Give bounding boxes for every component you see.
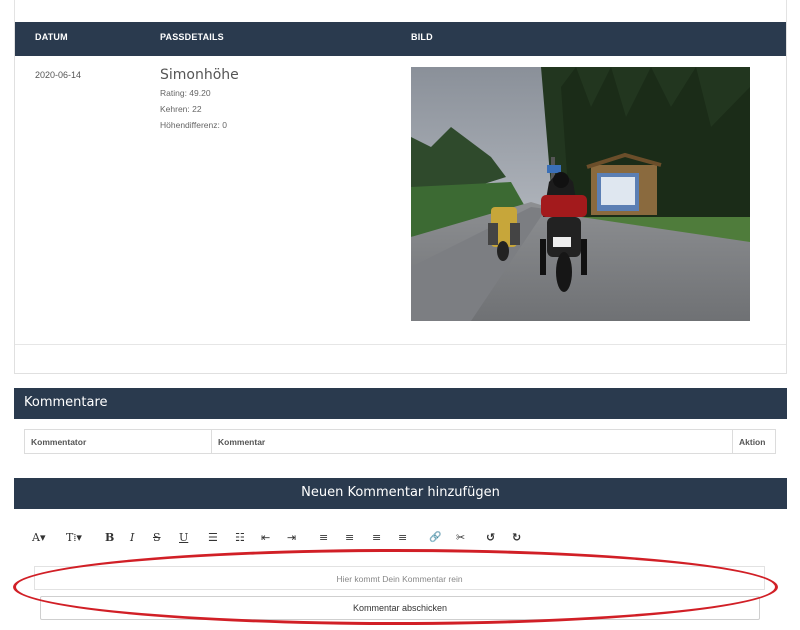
numbered-list-icon[interactable]: ☷ [235,530,245,546]
pass-name: Simonhöhe [160,67,239,83]
align-center-icon[interactable]: ≡ [345,530,354,546]
underline-icon[interactable]: U [179,530,188,546]
header-bild: BILD [411,32,433,42]
font-size-icon[interactable]: A▾ [32,530,45,546]
top-card-edge [14,0,787,22]
row-date: 2020-06-14 [35,70,82,80]
add-comment-title: Neuen Kommentar hinzufügen [301,485,500,500]
align-justify-icon[interactable]: ≡ [398,530,407,546]
comments-table-header: Kommentator Kommentar Aktion [24,429,776,454]
header-datum: DATUM [35,32,68,42]
pass-photo[interactable] [411,67,750,321]
unlink-icon[interactable]: ✂ [456,530,465,546]
photo-motorcycles-image [411,67,750,321]
align-right-icon[interactable]: ≡ [372,530,381,546]
align-left-icon[interactable]: ≡ [319,530,328,546]
comment-editor[interactable]: Hier kommt Dein Kommentar rein [34,566,765,590]
comments-header: Kommentare [14,388,787,419]
header-passdetails: PASSDETAILS [160,32,224,42]
bold-icon[interactable]: B [105,530,114,546]
column-aktion: Aktion [739,437,766,447]
undo-icon[interactable]: ↺ [486,530,495,546]
link-icon[interactable]: 🔗 [429,530,441,546]
strikethrough-icon[interactable]: S [153,530,161,546]
column-kommentator: Kommentator [25,430,212,453]
pass-hoehendifferenz: Höhendifferenz: 0 [160,120,227,130]
italic-icon[interactable]: I [130,530,134,546]
text-style-icon[interactable]: T⁞▾ [66,530,82,546]
pass-rating: Rating: 49.20 [160,88,211,98]
editor-placeholder: Hier kommt Dein Kommentar rein [336,574,463,584]
outdent-icon[interactable]: ⇤ [261,530,270,546]
bullet-list-icon[interactable]: ☰ [208,530,218,546]
comments-title: Kommentare [24,395,108,410]
submit-comment-button[interactable]: Kommentar abschicken [40,596,760,620]
pass-table: DATUM PASSDETAILS BILD 2020-06-14 Simonh… [14,22,787,374]
indent-icon[interactable]: ⇥ [287,530,296,546]
add-comment-header: Neuen Kommentar hinzufügen [14,478,787,509]
table-header: DATUM PASSDETAILS BILD [15,22,786,56]
pass-kehren: Kehren: 22 [160,104,202,114]
redo-icon[interactable]: ↻ [512,530,521,546]
table-divider [15,344,786,345]
editor-toolbar: A▾ T⁞▾ B I S U ☰ ☷ ⇤ ⇥ ≡ ≡ ≡ ≡ 🔗 ✂ ↺ ↻ [30,530,550,546]
column-kommentar: Kommentar [212,430,733,453]
